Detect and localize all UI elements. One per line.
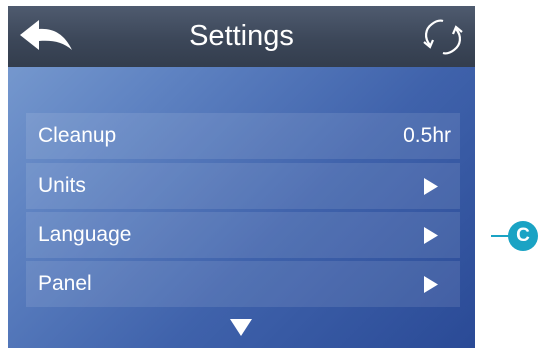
back-button[interactable] — [18, 16, 78, 58]
setting-label: Cleanup — [38, 124, 117, 147]
setting-value: 0.5hr — [403, 124, 451, 147]
refresh-button[interactable] — [421, 17, 465, 57]
setting-row-cleanup[interactable]: Cleanup 0.5hr — [26, 113, 460, 159]
callout-badge: C — [508, 221, 538, 251]
play-arrow-icon — [424, 178, 438, 195]
setting-row-panel[interactable]: Panel — [26, 261, 460, 307]
scroll-down-button[interactable] — [230, 319, 252, 336]
refresh-icon — [423, 19, 463, 55]
stage: Settings Cleanup 0.5hr Units Language Pa… — [0, 0, 549, 356]
play-arrow-icon — [424, 227, 438, 244]
down-triangle-icon — [230, 319, 252, 336]
back-arrow-icon — [20, 20, 72, 50]
setting-row-language[interactable]: Language — [26, 212, 460, 258]
settings-screen: Settings Cleanup 0.5hr Units Language Pa… — [8, 6, 475, 348]
top-bar: Settings — [8, 6, 475, 67]
setting-label: Language — [38, 223, 132, 246]
callout-line — [491, 235, 509, 237]
play-arrow-icon — [424, 276, 438, 293]
page-title: Settings — [189, 20, 294, 52]
setting-label: Units — [38, 174, 86, 197]
setting-row-units[interactable]: Units — [26, 163, 460, 209]
setting-label: Panel — [38, 272, 92, 295]
